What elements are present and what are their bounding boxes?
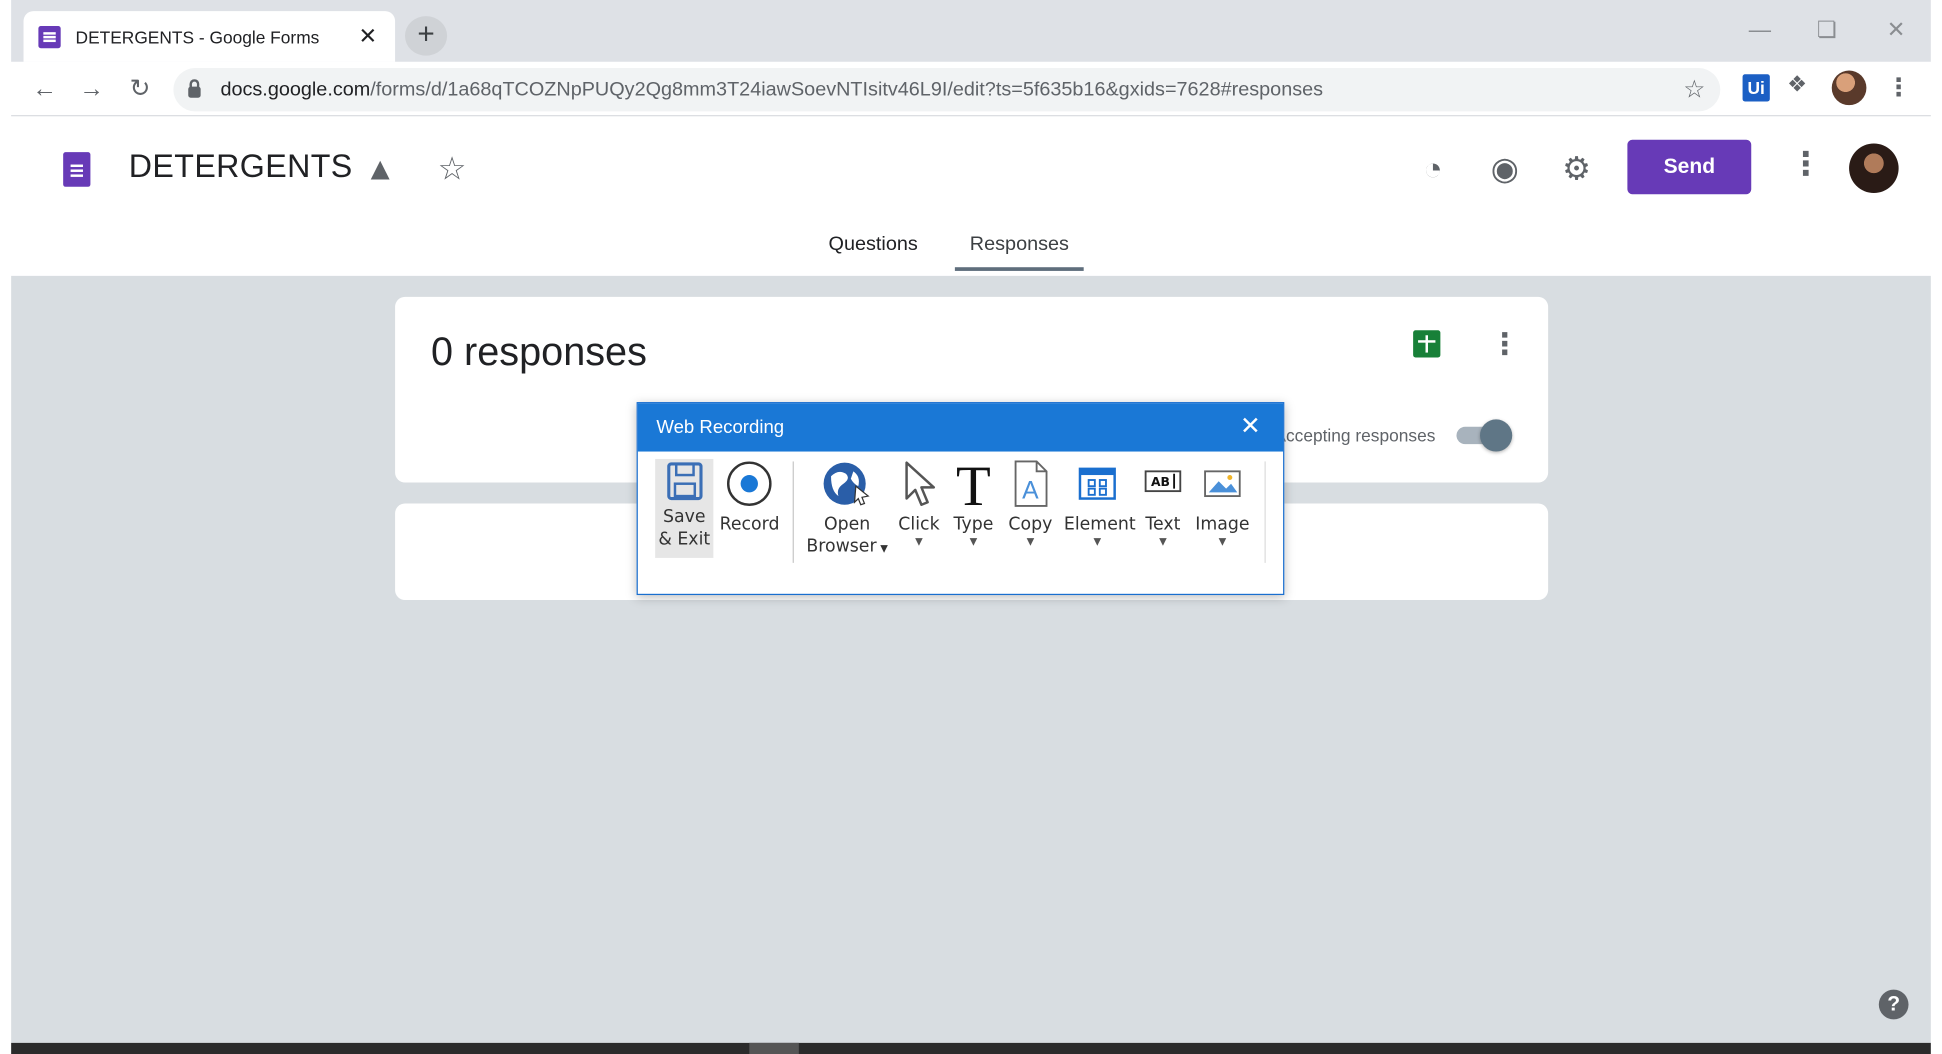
click-dropdown-icon[interactable]: ▼	[894, 536, 944, 548]
text-icon: AB	[1144, 470, 1182, 493]
browser-menu-icon[interactable]: ⋮	[1886, 72, 1911, 103]
window-close-icon[interactable]: ✕	[1871, 17, 1921, 43]
element-label: Element	[1063, 514, 1136, 535]
element-button[interactable]: Element ▼	[1063, 459, 1136, 548]
form-tabs: Questions Responses	[829, 234, 1084, 271]
responses-main: 0 responses ⋮ Accepting responses ?	[11, 275, 1931, 1043]
url-path: /forms/d/1a68qTCOZNpPUQy2Qg8mm3T24iawSoe…	[370, 78, 1324, 100]
save-exit-button[interactable]: Save & Exit	[655, 458, 714, 558]
web-recording-title-bar[interactable]: Web Recording ✕	[637, 403, 1284, 452]
send-button[interactable]: Send	[1627, 139, 1752, 195]
image-label: Image	[1195, 514, 1250, 535]
record-icon	[726, 461, 772, 506]
image-button[interactable]: Image ▼	[1193, 459, 1252, 548]
move-to-drive-icon[interactable]: ▲	[360, 150, 400, 188]
extensions-puzzle-icon[interactable]: ❖	[1787, 72, 1807, 98]
close-icon[interactable]: ✕	[1240, 403, 1261, 451]
reload-icon[interactable]: ↻	[123, 72, 158, 107]
record-button[interactable]: Record	[720, 459, 779, 536]
bookmark-star-icon[interactable]: ☆	[1683, 74, 1705, 105]
minimize-icon[interactable]: —	[1735, 17, 1785, 43]
tab-questions[interactable]: Questions	[829, 234, 918, 271]
type-button[interactable]: T Type ▼	[950, 459, 997, 548]
account-avatar[interactable]	[1849, 143, 1899, 193]
tab-close-icon[interactable]: ✕	[355, 24, 380, 50]
toolbar-separator	[792, 461, 794, 563]
web-recording-dialog: Web Recording ✕ Save & Exit Record Open …	[636, 402, 1285, 596]
palette-icon[interactable]: ◔	[1413, 150, 1453, 188]
new-tab-button[interactable]: +	[404, 16, 448, 56]
svg-text:AB: AB	[1151, 475, 1170, 489]
lock-icon	[188, 79, 201, 98]
copy-button[interactable]: A Copy ▼	[1007, 459, 1054, 548]
open-browser-dropdown-icon[interactable]: ▼	[880, 543, 888, 554]
floppy-disk-icon	[666, 462, 702, 501]
globe-icon	[823, 462, 870, 506]
save-exit-label-1: Save	[662, 507, 706, 528]
form-title: DETERGENTS	[128, 147, 353, 185]
url-host: docs.google.com	[220, 78, 371, 100]
save-exit-label-2: & Exit	[658, 529, 711, 550]
help-icon[interactable]: ?	[1878, 989, 1909, 1020]
element-dropdown-icon[interactable]: ▼	[1064, 536, 1131, 548]
web-recording-toolbar: Save & Exit Record Open Browser ▼ Click …	[638, 452, 1283, 596]
open-browser-button[interactable]: Open Browser ▼	[806, 459, 888, 560]
taskbar-item[interactable]	[749, 1042, 799, 1054]
forward-icon[interactable]: →	[74, 72, 109, 107]
profile-avatar[interactable]	[1831, 70, 1867, 106]
more-options-icon[interactable]: ⋮	[1790, 145, 1822, 183]
type-label: Type	[953, 514, 994, 535]
browser-tab-strip: DETERGENTS - Google Forms ✕ + — ❏ ✕	[11, 0, 1931, 62]
star-icon[interactable]: ☆	[432, 150, 472, 188]
google-sheets-icon[interactable]	[1413, 330, 1441, 358]
taskbar	[11, 1042, 1931, 1054]
accepting-responses-label: Accepting responses	[1274, 425, 1436, 446]
tab-title: DETERGENTS - Google Forms	[75, 26, 320, 47]
text-dropdown-icon[interactable]: ▼	[1138, 536, 1188, 548]
open-browser-label-1: Open	[823, 514, 871, 535]
forms-logo-icon[interactable]	[63, 152, 91, 187]
text-label: Text	[1145, 514, 1181, 535]
accepting-toggle-thumb[interactable]	[1480, 419, 1513, 452]
copy-label: Copy	[1008, 514, 1053, 535]
restore-icon[interactable]: ❏	[1802, 17, 1852, 43]
tab-responses[interactable]: Responses	[954, 234, 1084, 271]
record-label: Record	[719, 514, 780, 535]
web-recording-title: Web Recording	[656, 416, 785, 438]
preview-eye-icon[interactable]: ◉	[1485, 150, 1525, 188]
type-icon: T	[956, 459, 991, 508]
responses-count: 0 responses	[430, 329, 647, 374]
image-icon	[1204, 470, 1241, 498]
element-icon	[1078, 467, 1116, 500]
click-button[interactable]: Click ▼	[894, 459, 944, 548]
copy-icon: A	[1014, 460, 1048, 507]
open-browser-label-2: Browser ▼	[806, 536, 888, 557]
toolbar-separator	[1264, 461, 1266, 563]
text-button[interactable]: AB Text ▼	[1138, 459, 1188, 548]
responses-menu-icon[interactable]: ⋮	[1490, 327, 1520, 363]
copy-dropdown-icon[interactable]: ▼	[1007, 536, 1054, 548]
forms-favicon-icon	[38, 25, 61, 48]
svg-text:A: A	[1022, 478, 1039, 505]
uipath-extension-icon[interactable]: Ui	[1742, 74, 1770, 102]
back-icon[interactable]: ←	[27, 72, 62, 107]
svg-text:T: T	[956, 459, 991, 508]
cursor-icon	[905, 461, 936, 506]
forms-header: DETERGENTS ▲ ☆ ◔ ◉ ⚙ Send ⋮ Questions Re…	[11, 117, 1931, 276]
browser-tab[interactable]: DETERGENTS - Google Forms ✕	[23, 11, 396, 62]
address-bar[interactable]: docs.google.com/forms/d/1a68qTCOZNpPUQy2…	[173, 68, 1721, 112]
image-dropdown-icon[interactable]: ▼	[1193, 536, 1252, 548]
click-label: Click	[898, 514, 940, 535]
browser-toolbar: ← → ↻ docs.google.com/forms/d/1a68qTCOZN…	[11, 61, 1931, 117]
type-dropdown-icon[interactable]: ▼	[950, 536, 997, 548]
settings-gear-icon[interactable]: ⚙	[1557, 150, 1597, 188]
screen: DETERGENTS - Google Forms ✕ + — ❏ ✕ ← → …	[0, 0, 1942, 1054]
